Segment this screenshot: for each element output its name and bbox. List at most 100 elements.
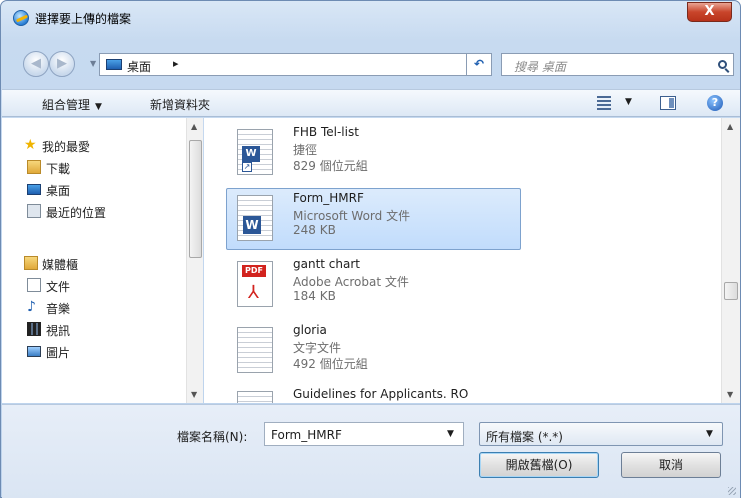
change-view-icon[interactable]: [597, 96, 611, 110]
refresh-button[interactable]: ↶: [466, 53, 492, 76]
organize-menu-button[interactable]: 組合管理 ▼: [42, 96, 102, 113]
open-button[interactable]: 開啟舊檔(O): [479, 452, 599, 478]
word-document-icon: W: [237, 195, 273, 241]
list-item[interactable]: gloria 文字文件 492 個位元組: [226, 320, 521, 382]
sidebar-item-label: 媒體櫃: [42, 258, 79, 272]
filename-dropdown-icon[interactable]: ▼: [447, 429, 454, 439]
forward-button[interactable]: ▶: [49, 51, 75, 77]
scrollbar-thumb[interactable]: [189, 140, 202, 258]
sidebar-item-libraries[interactable]: 媒體櫃: [2, 254, 182, 274]
command-toolbar: 組合管理 ▼ 新增資料夾 ▼ ?: [2, 89, 740, 117]
sidebar-item-label: 視訊: [46, 324, 71, 338]
scroll-up-icon[interactable]: ▲: [727, 122, 733, 131]
sidebar-item-recent-places[interactable]: 最近的位置: [2, 202, 182, 222]
shortcut-file-icon: W ↗: [237, 129, 273, 175]
sidebar-item-label: 桌面: [46, 184, 71, 198]
file-name: Form_HMRF: [293, 191, 364, 205]
documents-icon: [27, 278, 41, 292]
word-badge-icon: W: [243, 216, 261, 234]
file-size: 184 KB: [293, 289, 336, 303]
chevron-down-icon: ▼: [95, 102, 102, 112]
sidebar-item-favorites[interactable]: ★ 我的最愛: [2, 136, 182, 156]
sidebar-item-desktop[interactable]: 桌面: [2, 180, 182, 200]
recent-locations-dropdown[interactable]: ▼: [90, 59, 96, 68]
file-size: 248 KB: [293, 223, 336, 237]
music-icon: ♪: [27, 299, 36, 315]
list-item[interactable]: Guidelines for Applicants. RO: [226, 384, 521, 403]
back-arrow-icon: ◀: [31, 56, 41, 71]
sidebar-item-music[interactable]: ♪ 音樂: [2, 298, 182, 318]
window-title: 選擇要上傳的檔案: [35, 12, 132, 26]
close-button[interactable]: X: [687, 2, 732, 22]
file-type-filter[interactable]: 所有檔案 (*.*) ▼: [479, 422, 723, 446]
scrollbar-thumb[interactable]: [724, 282, 738, 300]
address-separator-icon[interactable]: ▸: [173, 57, 179, 70]
file-size: 829 個位元組: [293, 159, 368, 173]
sidebar-item-label: 音樂: [46, 302, 71, 316]
address-bar[interactable]: 桌面 ▸ ▼: [99, 53, 555, 76]
help-icon[interactable]: ?: [707, 95, 723, 111]
file-type-filter-value: 所有檔案 (*.*): [486, 430, 563, 444]
sidebar-item-label: 文件: [46, 280, 71, 294]
chevron-down-icon: ▼: [706, 429, 713, 439]
file-list-scrollbar[interactable]: ▲ ▼: [721, 118, 740, 403]
shortcut-arrow-icon: ↗: [242, 162, 252, 172]
filename-value[interactable]: Form_HMRF: [271, 428, 342, 442]
recent-places-icon: [27, 204, 41, 218]
list-item-selected[interactable]: W Form_HMRF Microsoft Word 文件 248 KB: [226, 188, 521, 250]
cancel-button[interactable]: 取消: [621, 452, 721, 478]
acrobat-logo-icon: ⅄: [248, 282, 259, 303]
libraries-icon: [24, 256, 38, 270]
navigation-scrollbar[interactable]: ▲ ▼: [186, 118, 203, 403]
sidebar-item-pictures[interactable]: 圖片: [2, 342, 182, 362]
file-type: Microsoft Word 文件: [293, 209, 411, 223]
downloads-folder-icon: [27, 160, 41, 174]
filename-label: 檔案名稱(N):: [177, 430, 248, 444]
view-options-dropdown-icon[interactable]: ▼: [625, 97, 632, 107]
word-shortcut-badge-icon: W: [242, 146, 260, 162]
search-box[interactable]: 搜尋 桌面: [501, 53, 734, 76]
scroll-down-icon[interactable]: ▼: [727, 390, 733, 399]
pdf-file-icon: PDF ⅄: [237, 261, 273, 307]
desktop-icon: [27, 184, 41, 195]
sidebar-item-label: 我的最愛: [42, 140, 91, 154]
address-location[interactable]: 桌面: [127, 58, 151, 75]
resize-grip-icon[interactable]: [728, 487, 736, 495]
scroll-down-icon[interactable]: ▼: [191, 390, 197, 399]
scroll-up-icon[interactable]: ▲: [191, 122, 197, 131]
file-name: FHB Tel-list: [293, 125, 359, 139]
file-name: Guidelines for Applicants. RO: [293, 387, 469, 401]
back-button[interactable]: ◀: [23, 51, 49, 77]
list-item[interactable]: W ↗ FHB Tel-list 捷徑 829 個位元組: [226, 122, 521, 184]
list-item[interactable]: PDF ⅄ gantt chart Adobe Acrobat 文件 184 K…: [226, 254, 521, 316]
organize-label: 組合管理: [42, 98, 91, 112]
dialog-footer: 檔案名稱(N): Form_HMRF ▼ 所有檔案 (*.*) ▼ 開啟舊檔(O…: [2, 404, 740, 498]
file-open-dialog: 選擇要上傳的檔案 X ◀ ▶ ▼ 桌面 ▸ ▼ ↶ 搜尋 桌面 組合管理 ▼ 新增…: [0, 0, 741, 498]
file-name: gloria: [293, 323, 327, 337]
sidebar-item-downloads[interactable]: 下載: [2, 158, 182, 178]
preview-pane-icon[interactable]: [660, 96, 676, 110]
file-type: 捷徑: [293, 143, 318, 157]
sidebar-item-video[interactable]: 視訊: [2, 320, 182, 340]
sidebar-item-label: 下載: [46, 162, 71, 176]
sidebar-item-label: 最近的位置: [46, 206, 107, 220]
forward-arrow-icon: ▶: [57, 56, 67, 71]
document-file-icon: [237, 391, 273, 403]
browser-icon: [13, 10, 29, 26]
search-input[interactable]: 搜尋 桌面: [514, 58, 566, 75]
sidebar-item-documents[interactable]: 文件: [2, 276, 182, 296]
desktop-location-icon: [106, 59, 122, 70]
video-icon: [27, 322, 41, 336]
file-list: W ↗ FHB Tel-list 捷徑 829 個位元組 W Form_HMRF…: [204, 118, 740, 403]
text-file-icon: [237, 327, 273, 373]
filename-field[interactable]: Form_HMRF ▼: [264, 422, 464, 446]
address-row: ◀ ▶ ▼ 桌面 ▸ ▼ ↶ 搜尋 桌面: [1, 51, 740, 79]
search-icon[interactable]: [718, 60, 727, 69]
file-size: 492 個位元組: [293, 357, 368, 371]
pictures-icon: [27, 346, 41, 357]
navigation-pane: ★ 我的最愛 下載 桌面 最近的位置 媒體櫃 文件 ♪ 音樂 視訊 圖片: [2, 118, 202, 403]
file-type: Adobe Acrobat 文件: [293, 275, 409, 289]
new-folder-button[interactable]: 新增資料夾: [150, 96, 210, 113]
file-name: gantt chart: [293, 257, 360, 271]
sidebar-item-label: 圖片: [46, 346, 71, 360]
